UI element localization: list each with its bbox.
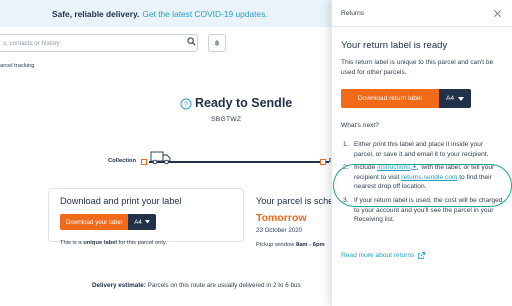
pickup-window: Pickup window 8am - 6pm: [256, 242, 325, 248]
timeline-line: [149, 161, 329, 163]
help-icon[interactable]: ?: [180, 98, 192, 110]
banner-text: Safe, reliable delivery.: [52, 8, 140, 19]
label-size-value: A4: [134, 218, 142, 226]
panel-title: Returns: [341, 10, 365, 17]
returns-panel: Returns Your return label is ready This …: [331, 0, 512, 306]
next-step-1: 1. Either print this label and place it …: [341, 140, 503, 159]
unique-label-note: This is a unique label for this parcel o…: [60, 240, 167, 246]
note-prefix: This is a: [60, 240, 82, 246]
download-card-title: Download and print your label: [60, 196, 182, 206]
status-title: Ready to Sendle: [195, 96, 293, 110]
return-label-size-value: A4: [445, 95, 455, 102]
timeline-collection-label: Collection: [108, 158, 137, 164]
note-suffix: for this parcel only.: [118, 240, 167, 246]
delivery-estimate: Delivery estimate: Parcels on this route…: [92, 282, 301, 289]
timeline-collection-marker: [141, 158, 147, 165]
chevron-down-icon: [458, 96, 465, 101]
status-timeline: Collection De: [108, 151, 336, 168]
pickup-day: Tomorrow: [256, 212, 307, 224]
svg-text:?: ?: [184, 102, 188, 109]
pickup-date: 23 October 2020: [256, 227, 303, 234]
bell-icon: [214, 40, 220, 47]
chevron-down-icon: [144, 220, 150, 224]
download-label-button[interactable]: Download your label: [60, 214, 128, 230]
search-icon[interactable]: [187, 37, 196, 46]
delivery-estimate-label: Delivery estimate:: [92, 282, 146, 289]
tracking-id: SBGTWZ: [211, 116, 242, 123]
covid-updates-link[interactable]: Get the latest COVID-19 updates.: [142, 9, 267, 19]
external-link-icon: [418, 252, 426, 259]
download-return-label-button[interactable]: Download return label: [341, 89, 439, 108]
timeline-delivery-marker: [320, 158, 326, 165]
note-bold: unique label: [83, 240, 118, 246]
highlight-annotation: [333, 164, 512, 207]
step-text: Either print this label and place it ins…: [354, 141, 489, 158]
notifications-button[interactable]: [208, 34, 226, 52]
step-number: 1.: [343, 141, 349, 148]
search-input[interactable]: s, contacts or history: [0, 34, 198, 52]
whats-next-heading: What's next?: [341, 122, 379, 129]
panel-header: Returns: [332, 0, 512, 27]
pickup-window-value: 8am - 6pm: [295, 242, 325, 248]
return-label-heading: Your return label is ready: [341, 40, 448, 51]
truck-icon: [150, 151, 171, 165]
read-more-label: Read more about returns: [341, 252, 415, 259]
label-size-select[interactable]: A4: [128, 214, 156, 230]
return-label-description: This return label is unique to this parc…: [341, 59, 494, 76]
breadcrumb[interactable]: arcel tracking: [0, 63, 34, 69]
return-label-size-select[interactable]: A4: [439, 89, 471, 108]
delivery-estimate-text: Parcels on this route are usually delive…: [147, 282, 301, 289]
pickup-window-label: Pickup window: [256, 242, 295, 248]
read-more-returns-link[interactable]: Read more about returns: [341, 252, 426, 259]
close-icon[interactable]: [493, 9, 502, 18]
